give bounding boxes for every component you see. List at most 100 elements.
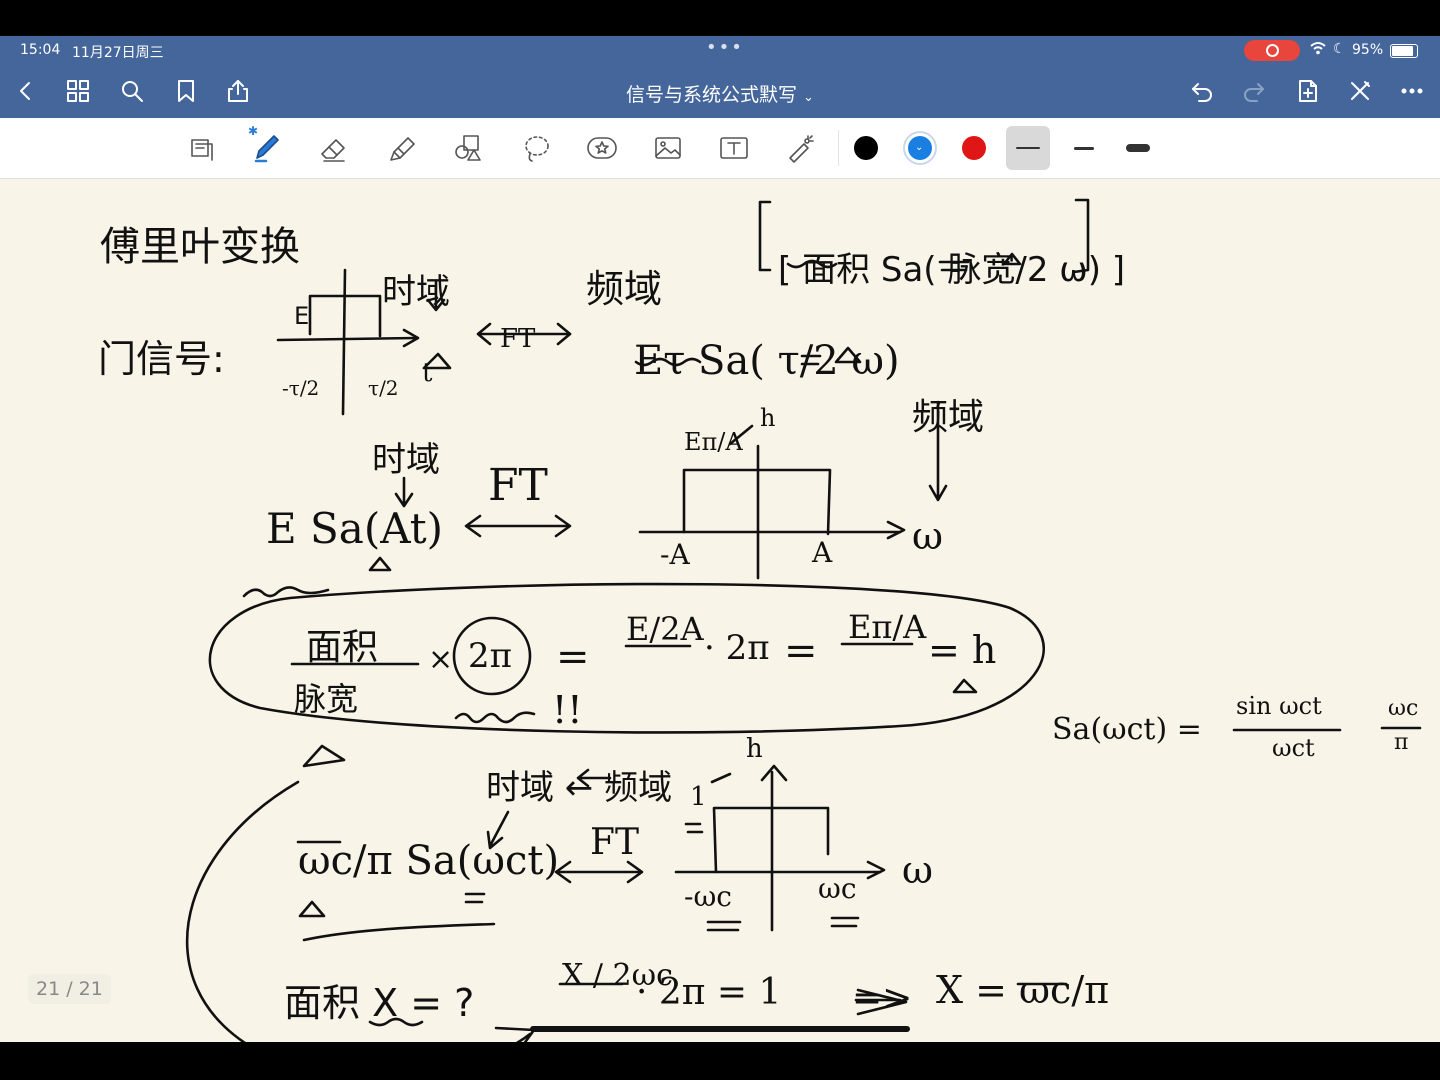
add-page-button[interactable] xyxy=(1288,64,1328,118)
note-calc-dot: · 2π = 1 xyxy=(636,972,782,1013)
note-times: × xyxy=(428,642,454,677)
note-freq-domain: 频域 xyxy=(586,267,663,311)
tool-reading-mode[interactable] xyxy=(180,126,224,170)
add-page-icon xyxy=(1299,80,1317,102)
grid-icon xyxy=(67,80,89,102)
pen-off-icon xyxy=(1351,81,1370,100)
search-button[interactable] xyxy=(112,64,152,118)
redo-button[interactable] xyxy=(1234,64,1274,118)
note-rect-w: ω xyxy=(912,514,943,558)
multitask-dots[interactable]: ••• xyxy=(706,37,744,58)
tool-stickers[interactable] xyxy=(580,126,624,170)
eraser-icon xyxy=(321,139,345,162)
wifi-icon xyxy=(1310,41,1326,59)
bookmark-button[interactable] xyxy=(166,64,206,118)
note-sa-def-frac-bottom: ωct xyxy=(1272,734,1315,762)
note-result: X = ωc/π xyxy=(936,968,1110,1012)
color-blue[interactable]: ⌄ xyxy=(908,136,932,160)
note-time-from-freq: 时域 ← 频域 xyxy=(486,768,673,808)
note-gate-result: Eτ Sa( τ/2 ω) xyxy=(634,338,900,384)
note-title: 傅里叶变换 xyxy=(100,224,300,270)
note-area-question: 面积 X = ? xyxy=(284,981,475,1025)
undo-button[interactable] xyxy=(1182,64,1222,118)
close-pen-button[interactable] xyxy=(1340,64,1380,118)
screen-record-indicator[interactable] xyxy=(1244,40,1300,61)
text-box-icon xyxy=(720,137,748,159)
color-red[interactable] xyxy=(962,136,986,160)
battery-percent: 95% xyxy=(1352,42,1384,58)
status-date: 11月27日周三 xyxy=(72,45,164,61)
note-sa-signal: E Sa(At) xyxy=(266,504,444,553)
undo-icon xyxy=(1192,83,1212,102)
note-time-domain: 时域 xyxy=(382,272,450,312)
status-bar: 15:04 11月27日周三 ••• ☾ 95% xyxy=(0,36,1440,64)
note-rect-height: Eπ/A xyxy=(684,428,743,456)
note-implies: => xyxy=(852,978,913,1019)
note-sa-def-left: Sa(ωct) = xyxy=(1052,712,1202,747)
share-button[interactable] xyxy=(218,64,258,118)
chevron-down-icon: ⌄ xyxy=(915,142,924,153)
tool-text[interactable] xyxy=(712,126,756,170)
color-black[interactable] xyxy=(854,136,878,160)
lasso-icon xyxy=(525,136,549,162)
document-title[interactable]: 信号与系统公式默写 ⌄ xyxy=(560,80,880,107)
note-gate-signal: 门信号: xyxy=(98,337,225,381)
note-sa-def-tail-top: ωc xyxy=(1388,696,1419,721)
note-lp-neg: -ωc xyxy=(684,880,732,913)
note-gate-E: E xyxy=(294,302,310,330)
note-gate-pos: τ/2 xyxy=(368,376,399,400)
note-dot-2pi: · 2π xyxy=(704,628,770,668)
note-rect-negA: -A xyxy=(660,538,690,571)
note-ft1: FT xyxy=(500,324,536,354)
stroke-medium[interactable] xyxy=(1062,126,1106,170)
grid-view-button[interactable] xyxy=(58,64,98,118)
laser-pointer-icon xyxy=(789,135,814,163)
chevron-down-icon: ⌄ xyxy=(803,90,814,105)
note-bangs: !! xyxy=(552,688,583,732)
more-icon xyxy=(1401,88,1423,94)
moon-icon: ☾ xyxy=(1333,41,1346,57)
note-rect-posA: A xyxy=(812,536,833,569)
note-gate-t: t xyxy=(422,358,433,388)
nav-bar: 信号与系统公式默写 ⌄ xyxy=(0,64,1440,118)
back-button[interactable] xyxy=(6,64,46,118)
image-icon xyxy=(655,137,681,159)
note-lp-one: 1 xyxy=(690,782,707,812)
tool-eraser[interactable] xyxy=(312,126,356,170)
note-lp-signal: ωc/π Sa(ωct) xyxy=(298,838,560,884)
note-area-bottom: 脉宽 xyxy=(294,680,359,718)
app-window: 15:04 11月27日周三 ••• ☾ 95% 信号与系统公式默写 ⌄ ✱ ⌄… xyxy=(0,36,1440,1042)
note-sa-def-frac-top: sin ωct xyxy=(1236,692,1322,720)
star-sticker-icon xyxy=(587,137,617,159)
note-e-pi-a: Eπ/A xyxy=(848,608,927,646)
reading-mode-icon xyxy=(191,139,213,161)
search-icon xyxy=(122,81,143,102)
note-canvas[interactable]: 傅里叶变换 时域 频域 [ 面积 Sa( 脉宽/2 ω) ] 门信号: E -τ… xyxy=(0,178,1440,1042)
tool-shapes[interactable] xyxy=(446,126,490,170)
note-ft2: FT xyxy=(488,460,548,511)
tool-pen[interactable]: ✱ xyxy=(244,124,288,170)
shapes-icon xyxy=(455,135,481,161)
note-sa-def-tail-bottom: π xyxy=(1394,730,1409,755)
note-lp-h: h xyxy=(746,734,763,764)
bluetooth-icon: ✱ xyxy=(248,124,259,138)
tool-image[interactable] xyxy=(646,126,690,170)
stroke-thin[interactable] xyxy=(1006,126,1050,170)
tool-laser[interactable] xyxy=(778,126,822,170)
bookmark-icon xyxy=(178,80,194,102)
note-h-label: h xyxy=(760,404,776,432)
note-eq-h: = h xyxy=(928,628,997,672)
drawing-toolbar: ✱ ⌄ xyxy=(0,118,1440,179)
note-gate-neg: -τ/2 xyxy=(282,376,320,400)
page-indicator: 21 / 21 xyxy=(28,974,111,1004)
note-time-domain-2: 时域 xyxy=(372,440,440,480)
more-button[interactable] xyxy=(1392,64,1432,118)
battery-icon xyxy=(1390,44,1418,58)
tool-lasso[interactable] xyxy=(514,126,558,170)
highlighter-icon xyxy=(390,137,415,161)
tool-highlighter[interactable] xyxy=(380,126,424,170)
home-indicator[interactable] xyxy=(530,1026,910,1032)
note-eq1: = xyxy=(556,634,590,680)
stroke-thick[interactable] xyxy=(1116,126,1160,170)
note-two-pi: 2π xyxy=(468,636,512,676)
